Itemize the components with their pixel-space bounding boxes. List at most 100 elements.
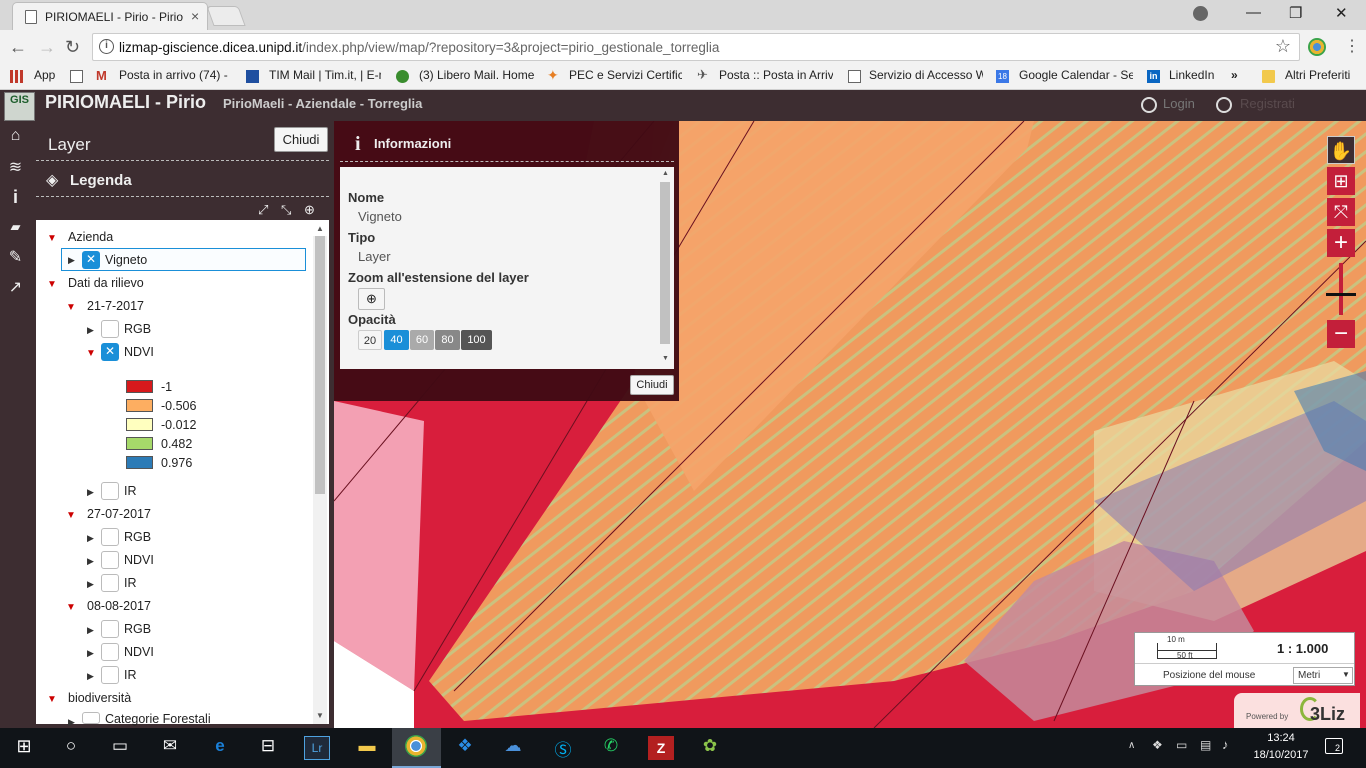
bookmark-tim[interactable]: TIM Mail | Tim.it, | E-n (269, 68, 381, 82)
maximize-button[interactable]: ❐ (1289, 4, 1302, 22)
layer-checkbox[interactable] (101, 320, 119, 338)
tree-layer-label[interactable]: IR (124, 484, 137, 498)
share-icon[interactable]: ↗ (5, 277, 26, 298)
tree-group-label[interactable]: 08-08-2017 (87, 599, 151, 613)
tree-layer-label[interactable]: NDVI (124, 345, 154, 359)
expand-arrow-icon[interactable]: ▶ (87, 648, 94, 659)
tree-layer-label[interactable]: RGB (124, 322, 151, 336)
opacity-80-button[interactable]: 80 (435, 330, 460, 350)
info-panel-close-button[interactable]: Chiudi (630, 375, 674, 395)
layer-checkbox[interactable] (101, 620, 119, 638)
filezilla-icon[interactable]: Z (648, 736, 674, 760)
expand-arrow-icon[interactable]: ▶ (68, 255, 75, 266)
tree-layer-label[interactable]: NDVI (124, 645, 154, 659)
layer-checkbox[interactable] (101, 551, 119, 569)
clock-date[interactable]: 18/10/2017 (1250, 749, 1312, 761)
home-icon[interactable]: ⌂ (5, 127, 26, 148)
expand-arrow-icon[interactable]: ▶ (68, 717, 75, 728)
tree-layer-label[interactable]: IR (124, 668, 137, 682)
layer-checkbox[interactable] (101, 643, 119, 661)
tree-layer-label[interactable]: IR (124, 576, 137, 590)
layer-panel-close-button[interactable]: Chiudi (274, 127, 328, 152)
page-icon[interactable] (70, 70, 83, 83)
layer-checkbox[interactable] (101, 482, 119, 500)
layer-checkbox[interactable] (82, 712, 100, 724)
tree-layer-label[interactable]: RGB (124, 530, 151, 544)
opacity-20-button[interactable]: 20 (358, 330, 382, 350)
collapse-arrow-icon[interactable]: ▼ (47, 233, 57, 244)
scrollbar-thumb[interactable] (315, 236, 325, 494)
layers-icon[interactable]: ≋ (5, 157, 26, 178)
scroll-down-icon[interactable]: ▼ (662, 355, 669, 362)
network-icon[interactable]: ▤ (1200, 738, 1211, 752)
tree-group-label[interactable]: biodiversità (68, 691, 131, 705)
opacity-40-button[interactable]: 40 (384, 330, 409, 350)
file-explorer-icon[interactable]: ▬ (354, 736, 380, 760)
bookmark-other[interactable]: Altri Preferiti (1285, 68, 1350, 82)
expand-all-icon[interactable]: ⤢ (258, 202, 268, 218)
bookmark-calendar[interactable]: Google Calendar - Se (1019, 68, 1133, 82)
bookmark-star-icon[interactable]: ☆ (1275, 36, 1291, 57)
battery-icon[interactable]: ▭ (1176, 738, 1187, 752)
edge-icon[interactable]: e (207, 736, 233, 760)
dropbox-tray-icon[interactable]: ❖ (1152, 738, 1163, 752)
tree-layer-label[interactable]: Categorie Forestali (105, 712, 211, 726)
chrome-icon[interactable] (405, 735, 427, 757)
tree-group-label[interactable]: 21-7-2017 (87, 299, 144, 313)
zoom-extent-icon[interactable]: ⤧ (1327, 198, 1355, 226)
powered-by-badge[interactable]: Powered by 3Liz (1234, 693, 1360, 728)
notifications-icon[interactable]: 2 (1325, 738, 1343, 754)
bookmark-gmail[interactable]: Posta in arrivo (74) - c (119, 68, 231, 82)
collapse-arrow-icon[interactable]: ▼ (86, 348, 96, 359)
expand-arrow-icon[interactable]: ▶ (87, 487, 94, 498)
bookmark-accesso[interactable]: Servizio di Accesso W (869, 68, 983, 82)
tree-group-label[interactable]: Azienda (68, 230, 113, 244)
expand-arrow-icon[interactable]: ▶ (87, 579, 94, 590)
mail-icon[interactable]: ✉ (157, 736, 183, 760)
kebab-menu-icon[interactable]: ⋮ (1344, 36, 1360, 56)
bookmark-posta[interactable]: Posta :: Posta in Arriv (719, 68, 833, 82)
collapse-all-icon[interactable]: ⤡ (281, 202, 291, 218)
layer-checkbox[interactable] (101, 528, 119, 546)
tab-close-icon[interactable]: × (191, 8, 199, 24)
task-view-icon[interactable]: ▭ (107, 736, 133, 760)
bookmark-libero[interactable]: (3) Libero Mail. Home (419, 68, 535, 82)
tree-group-label[interactable]: 27-07-2017 (87, 507, 151, 521)
collapse-arrow-icon[interactable]: ▼ (66, 302, 76, 313)
tree-layer-label[interactable]: NDVI (124, 553, 154, 567)
store-icon[interactable]: ⊟ (255, 736, 281, 760)
collapse-arrow-icon[interactable]: ▼ (66, 510, 76, 521)
new-tab-button[interactable] (206, 6, 246, 26)
zoom-out-button[interactable]: − (1327, 320, 1355, 348)
expand-arrow-icon[interactable]: ▶ (87, 533, 94, 544)
layer-checkbox-checked[interactable]: ✕ (82, 251, 100, 269)
pan-hand-icon[interactable]: ✋ (1327, 136, 1355, 164)
tray-chevron-icon[interactable]: ∧ (1128, 740, 1135, 751)
collapse-arrow-icon[interactable]: ▼ (66, 602, 76, 613)
login-link[interactable]: Login (1163, 96, 1195, 111)
units-select[interactable]: Metri ▼ (1293, 667, 1353, 684)
layer-checkbox-checked[interactable]: ✕ (101, 343, 119, 361)
zoom-slider[interactable] (1339, 263, 1343, 315)
zoom-slider-handle[interactable] (1326, 293, 1356, 296)
layer-tree-scrollbar[interactable] (313, 236, 327, 724)
expand-arrow-icon[interactable]: ▶ (87, 325, 94, 336)
info-scrollbar-thumb[interactable] (660, 182, 670, 344)
info-icon[interactable]: i (99, 39, 114, 54)
skype-icon[interactable]: Ⓢ (550, 736, 576, 760)
profile-icon[interactable] (1193, 6, 1208, 21)
windows-start-icon[interactable]: ⊞ (11, 736, 37, 760)
qgis-icon[interactable]: ✿ (697, 736, 723, 760)
chrome-extension-icon[interactable] (1308, 38, 1326, 56)
tree-layer-label[interactable]: Vigneto (105, 253, 147, 267)
bookmark-linkedin[interactable]: LinkedIn (1169, 68, 1214, 82)
scroll-down-icon[interactable]: ▼ (316, 711, 324, 720)
zoom-in-icon[interactable]: ⊕ (304, 202, 315, 218)
expand-arrow-icon[interactable]: ▶ (87, 625, 94, 636)
back-arrow-icon[interactable]: ← (9, 37, 27, 58)
tree-group-label[interactable]: Dati da rilievo (68, 276, 144, 290)
layer-checkbox[interactable] (101, 666, 119, 684)
scroll-up-icon[interactable]: ▲ (662, 170, 669, 177)
lightroom-icon[interactable]: Lr (304, 736, 330, 760)
measure-icon[interactable]: ✎ (5, 247, 26, 268)
